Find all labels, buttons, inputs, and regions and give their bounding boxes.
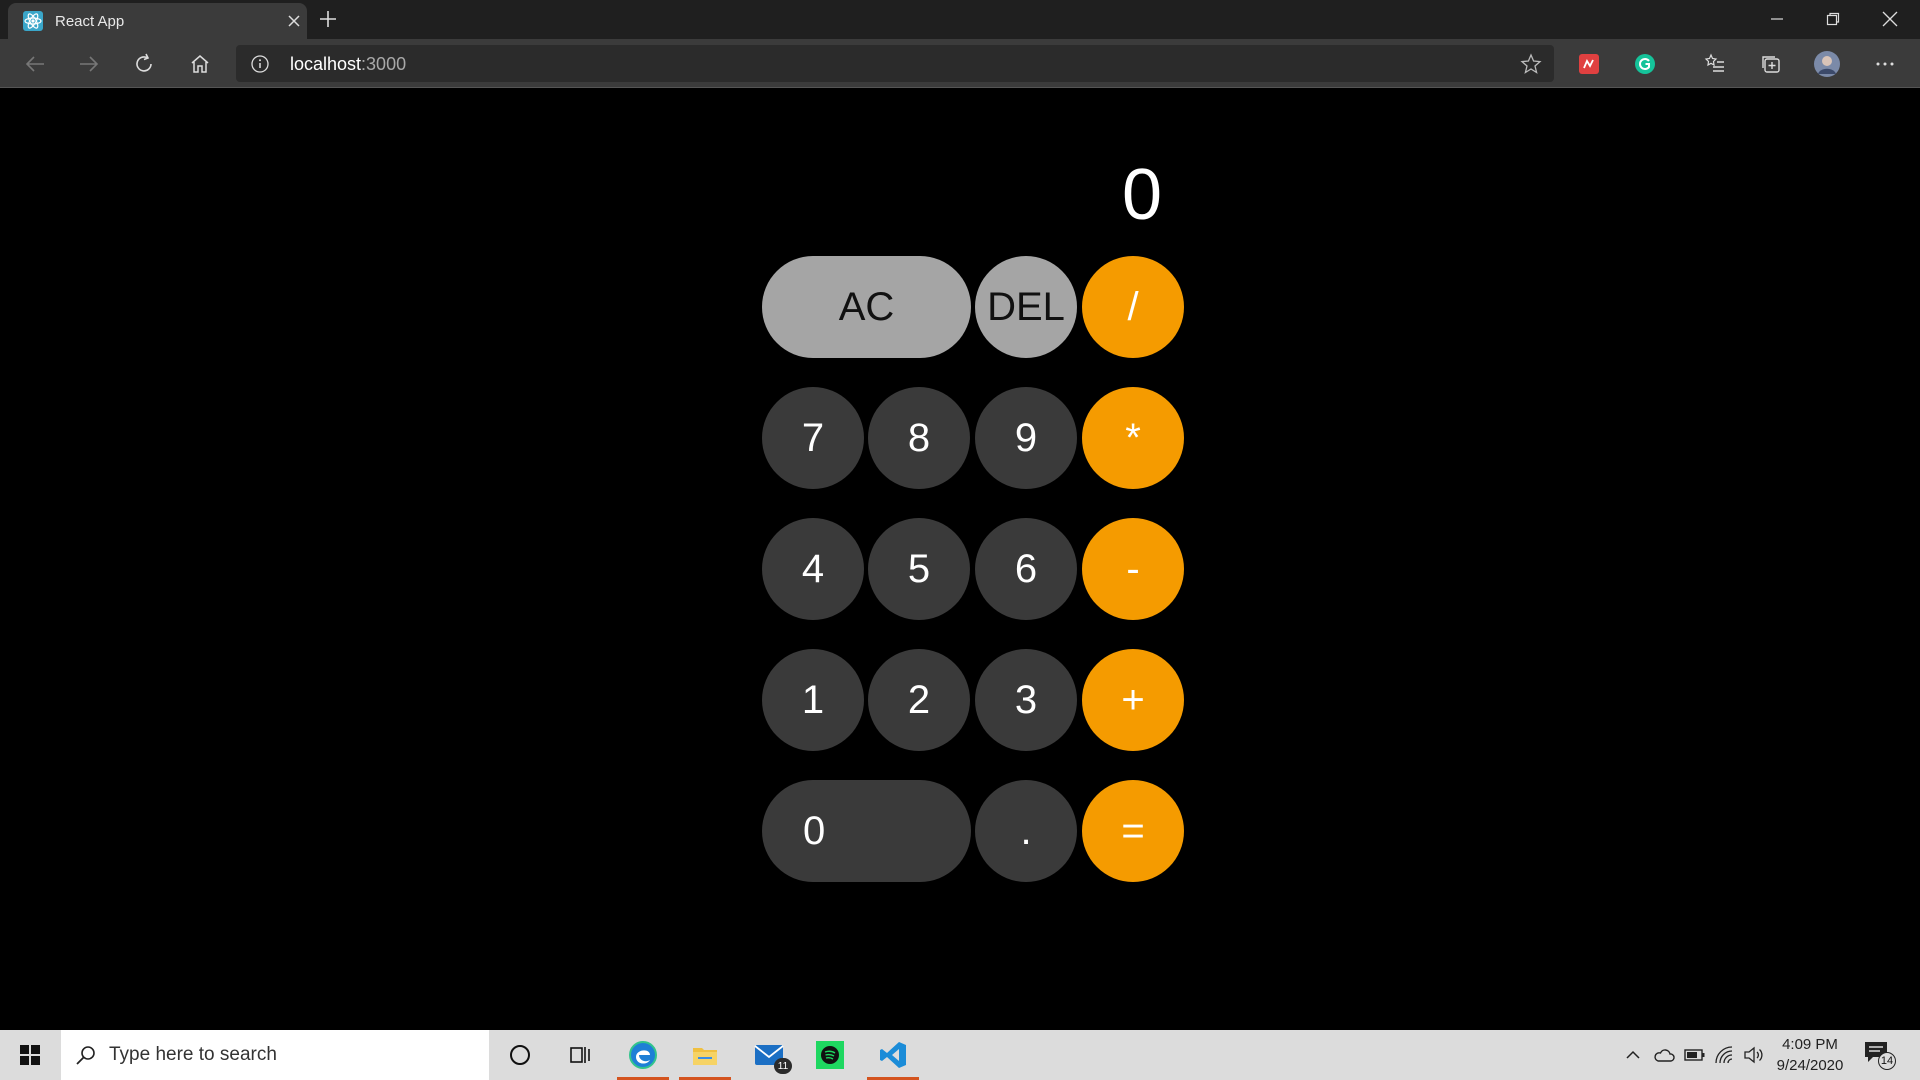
- close-tab-icon[interactable]: [284, 11, 304, 31]
- clear-button[interactable]: AC: [762, 256, 971, 358]
- url-host: localhost: [290, 54, 362, 74]
- browser-toolbar: localhost:3000: [0, 39, 1920, 88]
- digit-4-button[interactable]: 4: [762, 518, 864, 620]
- digit-6-button[interactable]: 6: [975, 518, 1077, 620]
- favorites-list-icon[interactable]: [1700, 49, 1730, 79]
- notification-count: 14: [1878, 1052, 1896, 1070]
- home-icon[interactable]: [185, 49, 215, 79]
- decimal-button[interactable]: .: [975, 780, 1077, 882]
- search-icon: [76, 1046, 95, 1065]
- taskbar-clock[interactable]: 4:09 PM 9/24/2020: [1768, 1034, 1852, 1076]
- new-tab-icon[interactable]: [316, 7, 340, 31]
- tab-title: React App: [55, 13, 125, 30]
- react-logo-icon: [23, 11, 43, 31]
- site-info-icon[interactable]: [250, 54, 270, 74]
- edge-browser-icon[interactable]: [614, 1030, 672, 1080]
- delete-button[interactable]: DEL: [975, 256, 1077, 358]
- battery-icon[interactable]: [1683, 1043, 1707, 1067]
- browser-tab-bar: React App: [0, 0, 1920, 39]
- onedrive-cloud-icon[interactable]: [1652, 1043, 1676, 1067]
- forward-arrow-icon[interactable]: [74, 49, 104, 79]
- back-arrow-icon[interactable]: [20, 49, 50, 79]
- profile-avatar-icon[interactable]: [1812, 49, 1842, 79]
- digit-0-button[interactable]: 0: [762, 780, 971, 882]
- equals-button[interactable]: =: [1082, 780, 1184, 882]
- browser-tab[interactable]: React App: [8, 3, 307, 39]
- minimize-icon[interactable]: [1762, 6, 1792, 32]
- cortana-icon[interactable]: [491, 1030, 549, 1080]
- mail-icon[interactable]: 11: [740, 1030, 798, 1080]
- windows-taskbar: 11 4:09 PM 9/24/2020 14: [0, 1030, 1920, 1080]
- file-explorer-icon[interactable]: [676, 1030, 734, 1080]
- spotify-icon[interactable]: [801, 1030, 859, 1080]
- digit-5-button[interactable]: 5: [868, 518, 970, 620]
- divide-button[interactable]: /: [1082, 256, 1184, 358]
- collections-icon[interactable]: [1756, 49, 1786, 79]
- url-port: :3000: [361, 54, 407, 74]
- task-view-icon[interactable]: [551, 1030, 609, 1080]
- taskbar-search[interactable]: [61, 1030, 489, 1080]
- url-text: localhost:3000: [290, 54, 406, 75]
- more-options-icon[interactable]: [1870, 49, 1900, 79]
- digit-7-button[interactable]: 7: [762, 387, 864, 489]
- show-hidden-icons-icon[interactable]: [1621, 1043, 1645, 1067]
- multiply-button[interactable]: *: [1082, 387, 1184, 489]
- calculator-display: 0: [1121, 155, 1162, 235]
- volume-icon[interactable]: [1742, 1043, 1766, 1067]
- vscode-icon[interactable]: [864, 1030, 922, 1080]
- extension-red-icon[interactable]: [1574, 49, 1604, 79]
- add-button[interactable]: +: [1082, 649, 1184, 751]
- wifi-icon[interactable]: [1713, 1043, 1737, 1067]
- favorite-star-icon[interactable]: [1520, 53, 1542, 75]
- grammarly-icon[interactable]: [1630, 49, 1660, 79]
- address-bar[interactable]: localhost:3000: [236, 45, 1554, 82]
- digit-8-button[interactable]: 8: [868, 387, 970, 489]
- refresh-icon[interactable]: [129, 49, 159, 79]
- search-input[interactable]: [109, 1042, 469, 1068]
- clock-date: 9/24/2020: [1776, 1057, 1844, 1074]
- mail-badge: 11: [774, 1058, 792, 1074]
- digit-9-button[interactable]: 9: [975, 387, 1077, 489]
- clock-time: 4:09 PM: [1782, 1036, 1838, 1053]
- restore-icon[interactable]: [1818, 6, 1848, 32]
- action-center-button[interactable]: 14: [1863, 1040, 1899, 1070]
- digit-1-button[interactable]: 1: [762, 649, 864, 751]
- windows-start-icon[interactable]: [0, 1030, 60, 1080]
- digit-3-button[interactable]: 3: [975, 649, 1077, 751]
- close-window-icon[interactable]: [1875, 6, 1905, 32]
- subtract-button[interactable]: -: [1082, 518, 1184, 620]
- digit-2-button[interactable]: 2: [868, 649, 970, 751]
